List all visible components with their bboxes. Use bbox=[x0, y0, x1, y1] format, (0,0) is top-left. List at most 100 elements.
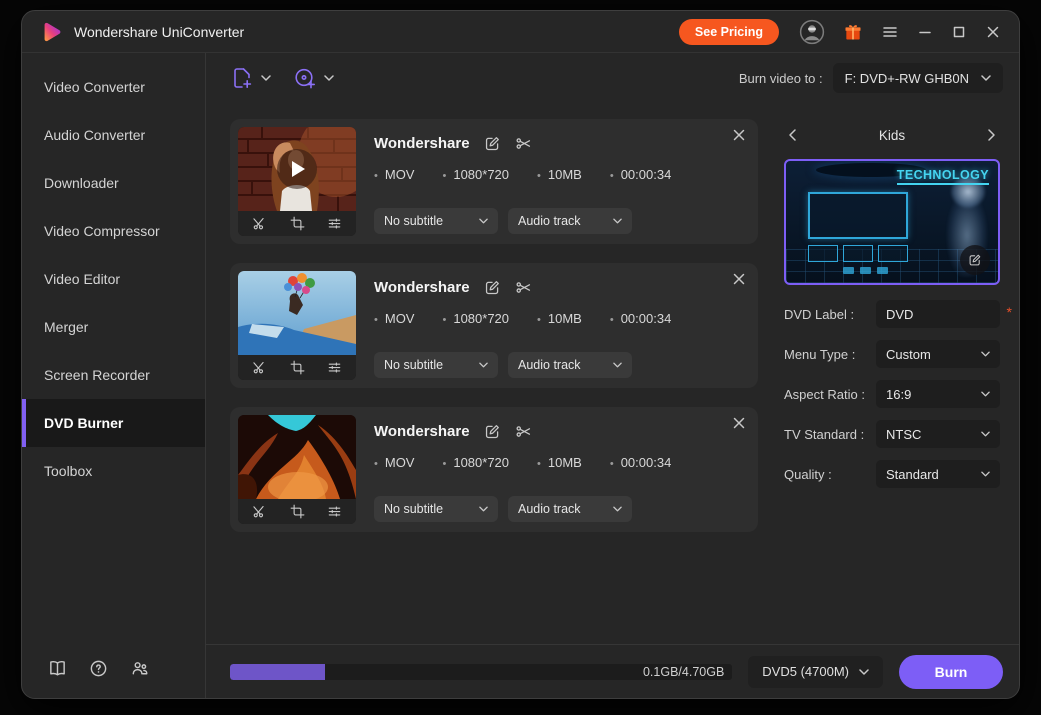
chevron-down-icon bbox=[479, 218, 488, 224]
sidebar-item-video-editor[interactable]: Video Editor bbox=[22, 255, 205, 303]
sidebar-item-downloader[interactable]: Downloader bbox=[22, 159, 205, 207]
file-size: 10MB bbox=[548, 167, 582, 182]
sidebar-item-dvd-burner[interactable]: DVD Burner bbox=[22, 399, 205, 447]
aspect-ratio-label: Aspect Ratio : bbox=[784, 387, 876, 402]
burn-button[interactable]: Burn bbox=[899, 655, 1003, 689]
effects-icon[interactable] bbox=[327, 504, 342, 519]
sidebar-item-video-compressor[interactable]: Video Compressor bbox=[22, 207, 205, 255]
video-thumbnail bbox=[238, 271, 356, 380]
app-logo-icon bbox=[40, 21, 62, 43]
sidebar-item-audio-converter[interactable]: Audio Converter bbox=[22, 111, 205, 159]
audio-track-select[interactable]: Audio track bbox=[508, 208, 632, 234]
see-pricing-button[interactable]: See Pricing bbox=[679, 19, 779, 45]
video-thumbnail bbox=[238, 415, 356, 524]
file-format: MOV bbox=[385, 167, 415, 182]
trim-icon[interactable] bbox=[252, 360, 267, 375]
burn-to-select[interactable]: F: DVD+-RW GHB0N bbox=[833, 63, 1003, 93]
remove-file-icon[interactable] bbox=[733, 417, 745, 429]
file-size: 10MB bbox=[548, 311, 582, 326]
file-format: MOV bbox=[385, 455, 415, 470]
crop-icon[interactable] bbox=[290, 504, 305, 519]
subtitle-select[interactable]: No subtitle bbox=[374, 496, 498, 522]
file-card-2: Wondershare •MOV •1080*720 bbox=[230, 263, 758, 388]
thumbnail-toolbar bbox=[238, 355, 356, 380]
edit-icon[interactable] bbox=[484, 423, 501, 440]
file-resolution: 1080*720 bbox=[453, 311, 509, 326]
file-format: MOV bbox=[385, 311, 415, 326]
file-meta: •MOV •1080*720 •10MB •00:00:34 bbox=[374, 311, 750, 326]
maximize-icon[interactable] bbox=[951, 24, 967, 40]
dvd-label-label: DVD Label : bbox=[784, 307, 876, 322]
remove-file-icon[interactable] bbox=[733, 273, 745, 285]
remove-file-icon[interactable] bbox=[733, 129, 745, 141]
cut-icon[interactable] bbox=[515, 279, 532, 296]
file-title: Wondershare bbox=[374, 423, 470, 440]
trim-icon[interactable] bbox=[252, 216, 267, 231]
file-list: Wondershare •MOV •1080*720 bbox=[230, 119, 758, 644]
chevron-down-icon bbox=[613, 218, 622, 224]
chevron-down-icon bbox=[859, 669, 869, 675]
crop-icon[interactable] bbox=[290, 216, 305, 231]
disc-type-select[interactable]: DVD5 (4700M) bbox=[748, 656, 883, 688]
preview-menu-buttons bbox=[843, 267, 888, 274]
menu-type-row: Menu Type : Custom bbox=[784, 340, 1000, 368]
tv-standard-select[interactable]: NTSC bbox=[876, 420, 1000, 448]
file-size: 10MB bbox=[548, 455, 582, 470]
app-window: Wondershare UniConverter See Pricing bbox=[21, 10, 1020, 699]
template-next-icon[interactable] bbox=[982, 126, 1000, 144]
edit-icon[interactable] bbox=[484, 279, 501, 296]
preview-thumb-frames bbox=[808, 245, 908, 262]
file-resolution: 1080*720 bbox=[453, 167, 509, 182]
quality-label: Quality : bbox=[784, 467, 876, 482]
chevron-down-icon bbox=[479, 362, 488, 368]
template-navigator: Kids bbox=[784, 119, 1000, 151]
bottom-bar: 0.1GB/4.70GB DVD5 (4700M) Burn bbox=[206, 644, 1019, 698]
dvd-label-row: DVD Label : * bbox=[784, 300, 1000, 328]
burn-to-label: Burn video to : bbox=[739, 71, 823, 86]
sidebar-item-screen-recorder[interactable]: Screen Recorder bbox=[22, 351, 205, 399]
chevron-down-icon bbox=[479, 506, 488, 512]
menu-icon[interactable] bbox=[881, 23, 899, 41]
edit-icon[interactable] bbox=[484, 135, 501, 152]
quality-select[interactable]: Standard bbox=[876, 460, 1000, 488]
quality-row: Quality : Standard bbox=[784, 460, 1000, 488]
gift-icon[interactable] bbox=[843, 22, 863, 42]
help-icon[interactable] bbox=[89, 659, 108, 678]
effects-icon[interactable] bbox=[327, 360, 342, 375]
play-icon[interactable] bbox=[277, 149, 317, 189]
crop-icon[interactable] bbox=[290, 360, 305, 375]
tv-standard-row: TV Standard : NTSC bbox=[784, 420, 1000, 448]
chevron-down-icon bbox=[981, 431, 990, 437]
dvd-label-input[interactable] bbox=[876, 300, 1000, 328]
template-prev-icon[interactable] bbox=[784, 126, 802, 144]
add-files-button[interactable] bbox=[230, 66, 271, 90]
file-meta: •MOV •1080*720 •10MB •00:00:34 bbox=[374, 167, 750, 182]
menu-template-preview[interactable]: TECHNOLOGY bbox=[784, 159, 1000, 285]
subtitle-select[interactable]: No subtitle bbox=[374, 352, 498, 378]
template-name: Kids bbox=[879, 128, 905, 143]
chevron-down-icon bbox=[981, 471, 990, 477]
chevron-down-icon bbox=[981, 75, 991, 81]
user-guide-icon[interactable] bbox=[48, 659, 67, 678]
trim-icon[interactable] bbox=[252, 504, 267, 519]
effects-icon[interactable] bbox=[327, 216, 342, 231]
audio-track-select[interactable]: Audio track bbox=[508, 352, 632, 378]
subtitle-select[interactable]: No subtitle bbox=[374, 208, 498, 234]
cut-icon[interactable] bbox=[515, 423, 532, 440]
aspect-ratio-select[interactable]: 16:9 bbox=[876, 380, 1000, 408]
sidebar-item-merger[interactable]: Merger bbox=[22, 303, 205, 351]
minimize-icon[interactable] bbox=[917, 24, 933, 40]
sidebar-item-toolbox[interactable]: Toolbox bbox=[22, 447, 205, 495]
thumbnail-toolbar bbox=[238, 499, 356, 524]
sidebar-item-video-converter[interactable]: Video Converter bbox=[22, 63, 205, 111]
video-thumbnail bbox=[238, 127, 356, 236]
menu-type-select[interactable]: Custom bbox=[876, 340, 1000, 368]
community-icon[interactable] bbox=[130, 659, 149, 678]
add-disc-button[interactable] bbox=[293, 66, 334, 90]
cut-icon[interactable] bbox=[515, 135, 532, 152]
close-icon[interactable] bbox=[985, 24, 1001, 40]
file-resolution: 1080*720 bbox=[453, 455, 509, 470]
template-edit-icon[interactable] bbox=[960, 245, 990, 275]
account-avatar-icon[interactable] bbox=[799, 19, 825, 45]
audio-track-select[interactable]: Audio track bbox=[508, 496, 632, 522]
